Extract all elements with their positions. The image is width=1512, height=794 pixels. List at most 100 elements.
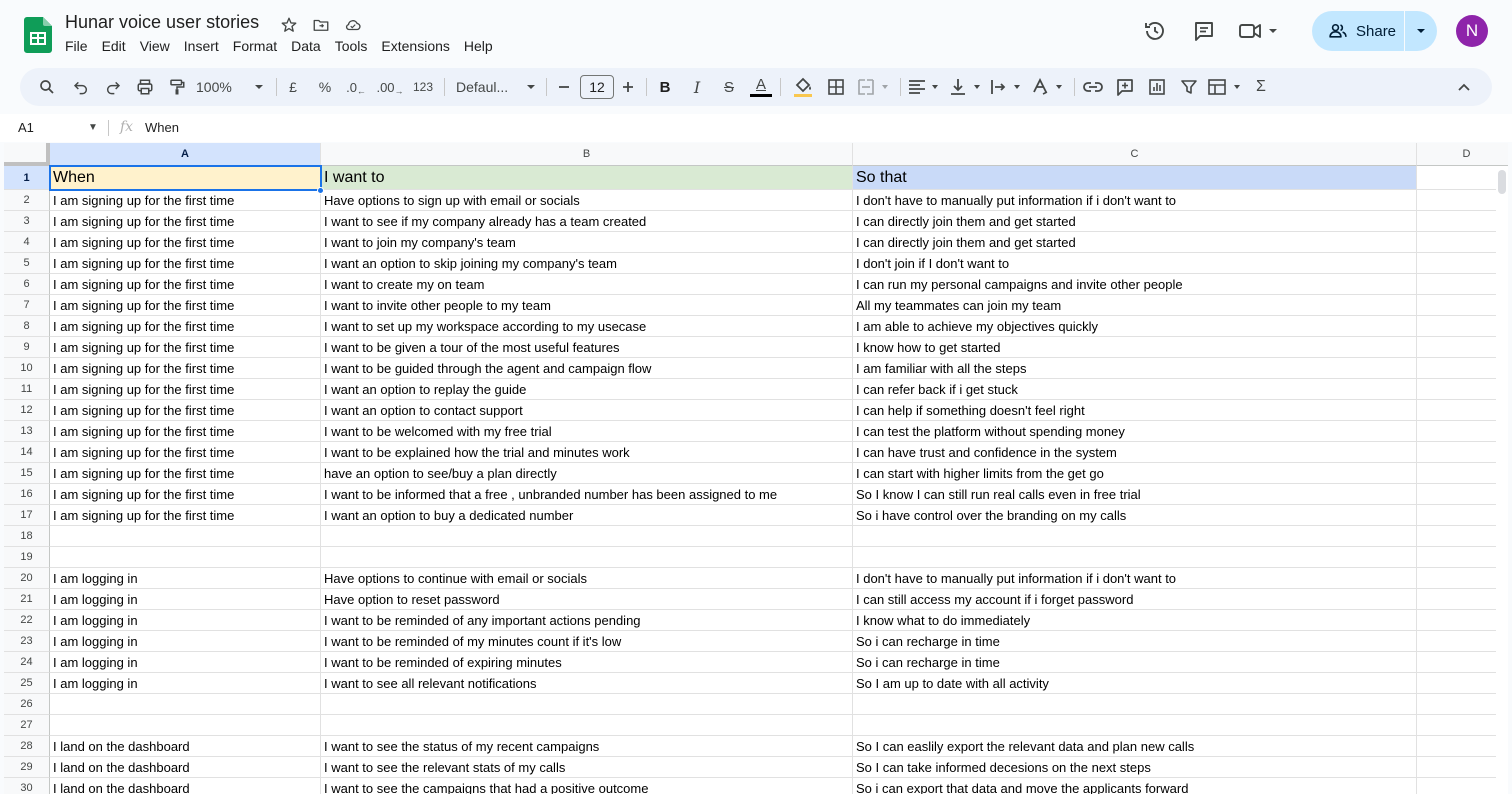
name-box-caret-icon[interactable]: ▼	[88, 122, 98, 133]
table-cell[interactable]: I know what to do immediately	[853, 610, 1417, 631]
name-box[interactable]: A1	[18, 120, 34, 135]
filter-views-icon[interactable]	[1208, 68, 1244, 106]
table-cell[interactable]	[1417, 484, 1508, 505]
table-cell[interactable]: I can directly join them and get started	[853, 211, 1417, 232]
table-cell[interactable]	[321, 526, 853, 547]
row-header[interactable]: 27	[4, 715, 50, 736]
table-cell[interactable]: I want to see the status of my recent ca…	[321, 736, 853, 757]
row-header[interactable]: 17	[4, 505, 50, 526]
row-header[interactable]: 5	[4, 253, 50, 274]
row-header[interactable]: 20	[4, 568, 50, 589]
table-cell[interactable]	[1417, 589, 1508, 610]
table-cell[interactable]: I know how to get started	[853, 337, 1417, 358]
table-cell[interactable]: I want to be reminded of expiring minute…	[321, 652, 853, 673]
sheets-logo-icon[interactable]	[24, 17, 52, 53]
italic-button[interactable]: I	[688, 68, 706, 106]
table-cell[interactable]: I can help if something doesn't feel rig…	[853, 400, 1417, 421]
table-cell[interactable]: I can refer back if i get stuck	[853, 379, 1417, 400]
table-cell[interactable]	[50, 526, 321, 547]
table-cell[interactable]: Have option to reset password	[321, 589, 853, 610]
text-wrapping-icon[interactable]	[990, 68, 1024, 106]
table-cell[interactable]: So i can recharge in time	[853, 652, 1417, 673]
comments-icon[interactable]	[1191, 18, 1217, 44]
insert-chart-icon[interactable]	[1146, 68, 1168, 106]
row-header[interactable]: 12	[4, 400, 50, 421]
table-cell[interactable]: I am signing up for the first time	[50, 505, 321, 526]
row-header[interactable]: 9	[4, 337, 50, 358]
table-cell[interactable]: I am signing up for the first time	[50, 232, 321, 253]
increase-font-size-icon[interactable]	[620, 68, 636, 106]
table-cell[interactable]: I am signing up for the first time	[50, 316, 321, 337]
menu-file[interactable]: File	[65, 38, 88, 54]
decrease-decimal-button[interactable]: .0 ←	[344, 68, 368, 106]
meet-call-icon[interactable]	[1236, 18, 1280, 44]
table-cell[interactable]: I am signing up for the first time	[50, 211, 321, 232]
table-cell[interactable]: I want to be informed that a free , unbr…	[321, 484, 853, 505]
table-cell[interactable]: I am signing up for the first time	[50, 463, 321, 484]
table-cell[interactable]	[1417, 568, 1508, 589]
vertical-align-icon[interactable]	[950, 68, 984, 106]
table-cell[interactable]: I want to be guided through the agent an…	[321, 358, 853, 379]
more-formats-button[interactable]: 123	[410, 68, 436, 106]
table-cell[interactable]	[1417, 526, 1508, 547]
row-header[interactable]: 24	[4, 652, 50, 673]
insert-comment-icon[interactable]	[1114, 68, 1136, 106]
header-cell-a[interactable]: When	[50, 166, 321, 190]
row-header[interactable]: 23	[4, 631, 50, 652]
table-cell[interactable]: I land on the dashboard	[50, 757, 321, 778]
table-cell[interactable]: I want to be given a tour of the most us…	[321, 337, 853, 358]
table-cell[interactable]	[853, 526, 1417, 547]
table-cell[interactable]	[321, 715, 853, 736]
header-cell-b[interactable]: I want to	[321, 166, 853, 190]
row-header[interactable]: 19	[4, 547, 50, 568]
table-cell[interactable]: I can test the platform without spending…	[853, 421, 1417, 442]
table-cell[interactable]	[1417, 694, 1508, 715]
scrollbar-thumb[interactable]	[1498, 170, 1506, 194]
table-cell[interactable]: I want to create my on team	[321, 274, 853, 295]
table-cell[interactable]	[321, 547, 853, 568]
table-cell[interactable]: I am signing up for the first time	[50, 274, 321, 295]
table-cell[interactable]: I am signing up for the first time	[50, 442, 321, 463]
table-cell[interactable]: I am signing up for the first time	[50, 400, 321, 421]
menu-insert[interactable]: Insert	[184, 38, 219, 54]
table-cell[interactable]	[1417, 505, 1508, 526]
paint-format-icon[interactable]	[166, 68, 188, 106]
table-cell[interactable]: I want to see all relevant notifications	[321, 673, 853, 694]
table-cell[interactable]: I can start with higher limits from the …	[853, 463, 1417, 484]
table-cell[interactable]: I don't join if I don't want to	[853, 253, 1417, 274]
table-cell[interactable]: I don't have to manually put information…	[853, 190, 1417, 211]
table-cell[interactable]: I want to see if my company already has …	[321, 211, 853, 232]
currency-format-button[interactable]: £	[284, 68, 302, 106]
row-header[interactable]: 10	[4, 358, 50, 379]
share-button[interactable]: Share	[1312, 11, 1404, 51]
row-header[interactable]: 11	[4, 379, 50, 400]
table-cell[interactable]: I am signing up for the first time	[50, 484, 321, 505]
row-header[interactable]: 21	[4, 589, 50, 610]
menu-tools[interactable]: Tools	[335, 38, 368, 54]
table-cell[interactable]: I am logging in	[50, 589, 321, 610]
table-cell[interactable]	[1417, 316, 1508, 337]
table-cell[interactable]: I want an option to buy a dedicated numb…	[321, 505, 853, 526]
table-cell[interactable]: I want an option to contact support	[321, 400, 853, 421]
star-icon[interactable]	[278, 14, 300, 36]
table-cell[interactable]	[1417, 652, 1508, 673]
table-cell[interactable]: So i have control over the branding on m…	[853, 505, 1417, 526]
row-header[interactable]: 22	[4, 610, 50, 631]
table-cell[interactable]	[1417, 757, 1508, 778]
cloud-status-icon[interactable]	[342, 14, 364, 36]
table-cell[interactable]: I am signing up for the first time	[50, 379, 321, 400]
table-cell[interactable]	[1417, 166, 1508, 190]
row-header[interactable]: 25	[4, 673, 50, 694]
table-cell[interactable]: I am logging in	[50, 568, 321, 589]
table-cell[interactable]	[1417, 673, 1508, 694]
table-cell[interactable]	[853, 547, 1417, 568]
table-cell[interactable]	[1417, 547, 1508, 568]
row-header[interactable]: 26	[4, 694, 50, 715]
table-cell[interactable]: I can have trust and confidence in the s…	[853, 442, 1417, 463]
row-header[interactable]: 28	[4, 736, 50, 757]
table-cell[interactable]: I want to see the campaigns that had a p…	[321, 778, 853, 794]
formula-input[interactable]: When	[145, 120, 179, 135]
table-cell[interactable]: I am signing up for the first time	[50, 358, 321, 379]
row-header[interactable]: 15	[4, 463, 50, 484]
document-title[interactable]: Hunar voice user stories	[65, 12, 259, 33]
